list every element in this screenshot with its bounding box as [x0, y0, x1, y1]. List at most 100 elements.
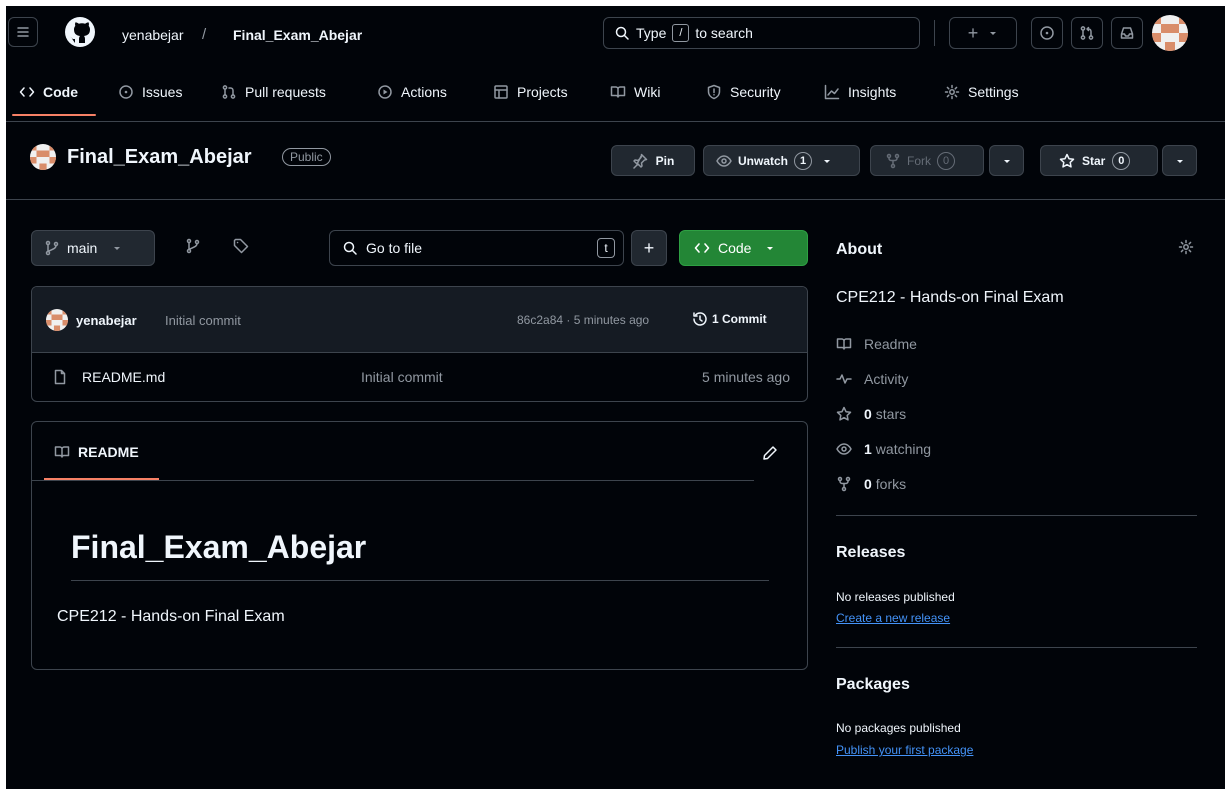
tab-insights-label: Insights [848, 84, 897, 100]
branch-selector[interactable]: main [31, 230, 155, 266]
star-label: Star [1082, 153, 1106, 168]
commit-history-link[interactable]: 1 Commit [692, 311, 767, 327]
breadcrumb-repo[interactable]: Final_Exam_Abejar [233, 27, 362, 43]
issues-button[interactable] [1031, 17, 1063, 49]
github-logo[interactable] [64, 16, 96, 48]
user-avatar[interactable] [1152, 15, 1188, 51]
file-name[interactable]: README.md [82, 369, 165, 385]
breadcrumb-owner[interactable]: yenabejar [122, 27, 184, 43]
readme-tab[interactable]: README [54, 444, 139, 460]
file-commit-time: 5 minutes ago [702, 369, 790, 385]
commit-meta[interactable]: 86c2a84 · 5 minutes ago [517, 313, 649, 327]
pin-button[interactable]: Pin [611, 145, 695, 176]
releases-heading[interactable]: Releases [836, 544, 905, 562]
unwatch-label: Unwatch [738, 153, 789, 168]
stars-count: 0 [864, 406, 872, 422]
tags-link[interactable] [233, 238, 249, 254]
inbox-icon [1120, 27, 1134, 39]
caret-down-icon [990, 32, 997, 35]
code-dropdown-button[interactable]: Code [679, 230, 808, 266]
commit-count-label: 1 Commit [712, 312, 767, 326]
readme-heading: Final_Exam_Abejar [71, 529, 367, 565]
history-icon [693, 312, 707, 326]
about-forks-link[interactable]: 0 forks [836, 476, 906, 492]
create-release-link[interactable]: Create a new release [836, 611, 950, 625]
eye-icon [836, 443, 852, 455]
tag-icon [233, 238, 249, 254]
global-search-input[interactable]: Type / to search [603, 17, 920, 49]
publish-package-link[interactable]: Publish your first package [836, 743, 973, 757]
repo-owner-avatar [30, 144, 56, 170]
unwatch-button[interactable]: Unwatch 1 [703, 145, 860, 176]
pulse-icon [836, 374, 852, 384]
tab-wiki[interactable]: Wiki [610, 84, 660, 100]
about-activity-label: Activity [864, 371, 909, 387]
about-activity-link[interactable]: Activity [836, 371, 908, 387]
book-icon [610, 86, 626, 98]
fork-count: 0 [937, 151, 955, 170]
pull-request-icon [1080, 26, 1094, 40]
caret-down-icon [1176, 159, 1183, 163]
star-button[interactable]: Star 0 [1040, 145, 1158, 176]
fork-dropdown-button[interactable] [989, 145, 1024, 176]
go-to-file-input[interactable]: Go to file t [329, 230, 624, 266]
commit-author-avatar [46, 309, 68, 331]
inbox-button[interactable] [1111, 17, 1143, 49]
search-shortcut-key: / [672, 24, 690, 42]
about-stars-link[interactable]: 0 stars [836, 406, 906, 422]
pull-requests-button[interactable] [1071, 17, 1103, 49]
pin-icon [632, 153, 647, 169]
sidebar-divider-2 [836, 647, 1197, 648]
file-commit-message[interactable]: Initial commit [361, 369, 443, 385]
header-divider [934, 20, 935, 46]
readme-body-text: CPE212 - Hands-on Final Exam [57, 608, 285, 625]
watch-count: 1 [794, 151, 813, 170]
tab-actions[interactable]: Actions [377, 84, 447, 100]
star-dropdown-button[interactable] [1162, 145, 1197, 176]
about-readme-link[interactable]: Readme [836, 336, 917, 352]
sidebar-divider-1 [836, 515, 1197, 516]
tab-security[interactable]: Security [706, 84, 781, 100]
search-prefix: Type [636, 25, 667, 41]
github-mark-icon [65, 17, 95, 47]
tab-pull-requests[interactable]: Pull requests [221, 84, 326, 100]
fork-label: Fork [907, 153, 931, 168]
branches-link[interactable] [185, 238, 201, 254]
gear-icon [1178, 239, 1194, 255]
repo-header-divider [6, 199, 1225, 200]
add-file-button[interactable]: + [631, 230, 667, 266]
search-icon [615, 26, 629, 40]
commit-author[interactable]: yenabejar [76, 313, 137, 328]
readme-header-divider [32, 480, 754, 481]
caret-down-icon [1003, 159, 1010, 163]
packages-heading[interactable]: Packages [836, 676, 910, 694]
tab-issues[interactable]: Issues [118, 84, 182, 100]
code-icon [19, 87, 35, 97]
tab-actions-label: Actions [401, 84, 447, 100]
commit-message[interactable]: Initial commit [165, 313, 241, 328]
menu-button[interactable] [8, 17, 38, 47]
fork-button[interactable]: Fork 0 [870, 145, 984, 176]
about-watching-link[interactable]: 1 watching [836, 441, 931, 457]
tab-code[interactable]: Code [19, 84, 78, 100]
fork-icon [886, 153, 900, 168]
about-description: CPE212 - Hands-on Final Exam [836, 289, 1064, 306]
repo-title[interactable]: Final_Exam_Abejar [67, 146, 252, 169]
fork-icon [837, 476, 851, 492]
edit-readme-button[interactable] [762, 445, 778, 461]
graph-icon [824, 84, 840, 100]
star-count: 0 [1112, 151, 1131, 170]
tab-projects[interactable]: Projects [493, 84, 568, 100]
star-icon [836, 406, 852, 421]
tab-insights[interactable]: Insights [824, 84, 896, 100]
visibility-badge: Public [282, 148, 331, 166]
issue-icon [119, 85, 133, 99]
file-listing: yenabejar Initial commit 86c2a84 · 5 min… [31, 286, 808, 402]
edit-about-button[interactable] [1178, 239, 1194, 255]
git-branch-icon [45, 240, 59, 256]
plus-icon: + [643, 237, 655, 258]
file-row[interactable]: README.md Initial commit 5 minutes ago [32, 354, 807, 401]
create-new-button[interactable]: + [949, 17, 1017, 49]
tab-settings[interactable]: Settings [944, 84, 1019, 100]
issue-opened-icon [1040, 26, 1054, 40]
